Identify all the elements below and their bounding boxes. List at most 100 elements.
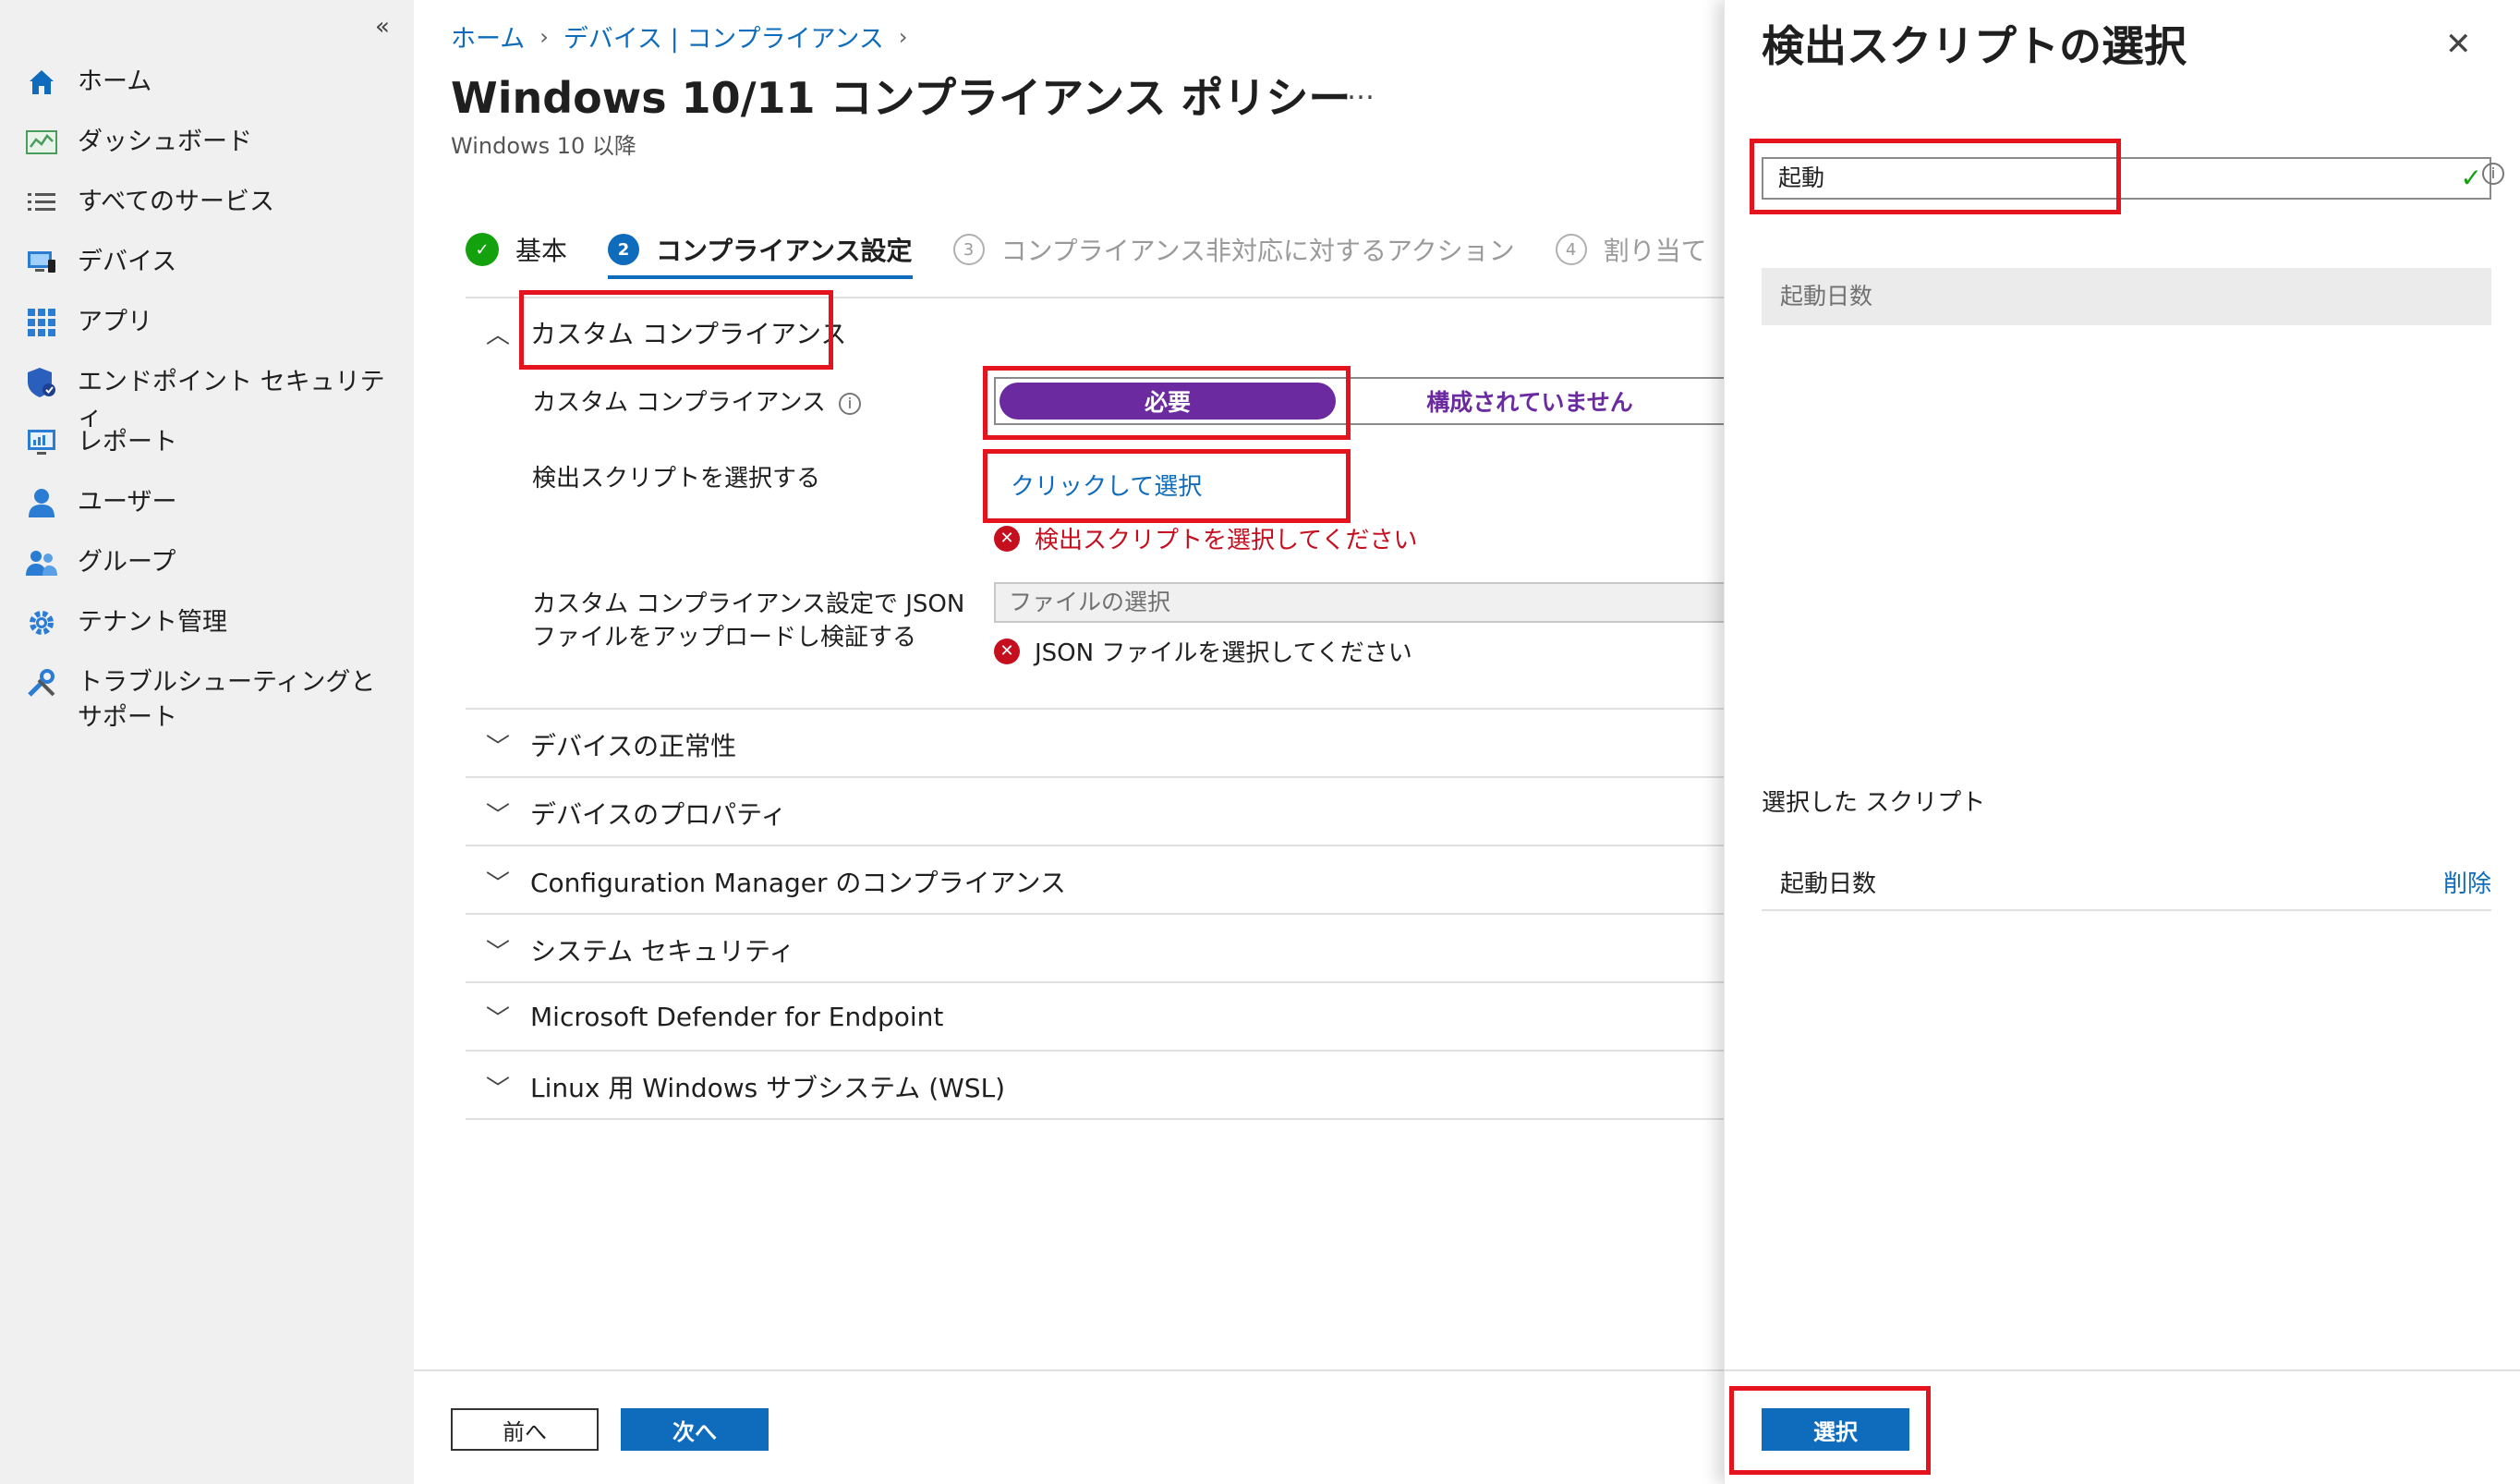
apps-grid-icon — [24, 305, 59, 340]
reports-icon — [24, 425, 59, 460]
section-title: システム セキュリティ — [530, 936, 795, 967]
page-subtitle: Windows 10 以降 — [451, 133, 636, 159]
sidebar-item-apps[interactable]: アプリ — [24, 305, 392, 365]
section-title: Linux 用 Windows サブシステム (WSL) — [530, 1073, 1006, 1103]
sidebar-item-groups[interactable]: グループ — [24, 545, 392, 605]
sidebar-item-dashboard[interactable]: ダッシュボード — [24, 125, 392, 185]
sidebar-item-all-services[interactable]: すべてのサービス — [24, 185, 392, 245]
sidebar-item-troubleshooting[interactable]: トラブルシューティングとサポート — [24, 665, 392, 748]
collapse-sidebar-icon[interactable]: « — [375, 13, 390, 41]
info-icon[interactable]: i — [2482, 163, 2504, 185]
section-title: Microsoft Defender for Endpoint — [530, 1002, 944, 1032]
sidebar-item-endpoint-security[interactable]: エンドポイント セキュリティ — [24, 365, 392, 432]
list-icon — [24, 185, 59, 220]
section-wsl[interactable]: ﹀ Linux 用 Windows サブシステム (WSL) — [484, 1068, 1005, 1105]
detection-script-label: 検出スクリプトを選択する — [532, 465, 821, 493]
sidebar-item-label: グループ — [78, 548, 176, 577]
sidebar-item-home[interactable]: ホーム — [24, 65, 392, 125]
group-icon — [24, 545, 59, 580]
toggle-option-not-configured[interactable]: 構成されていません — [1336, 384, 1724, 418]
divider — [466, 913, 1724, 915]
chevron-down-icon: ﹀ — [485, 870, 510, 898]
breadcrumb-devices-compliance[interactable]: デバイス | コンプライアンス — [563, 18, 884, 55]
panel-footer-divider — [1725, 1369, 2520, 1371]
step-compliance-settings[interactable]: 2 コンプライアンス設定 — [608, 222, 913, 279]
json-upload-label: カスタム コンプライアンス設定で JSON ファイルをアップロードし検証する — [532, 590, 965, 651]
checkmark-icon: ✓ — [466, 233, 499, 266]
highlight-box — [1729, 1386, 1931, 1475]
chevron-right-icon: › — [898, 23, 908, 50]
breadcrumb-home[interactable]: ホーム — [451, 18, 525, 55]
divider — [466, 981, 1724, 983]
breadcrumb: ホーム › デバイス | コンプライアンス › — [451, 18, 907, 55]
sidebar-item-tenant-admin[interactable]: テナント管理 — [24, 605, 392, 665]
step-number: 4 — [1555, 234, 1587, 265]
error-icon: ✕ — [994, 525, 1020, 552]
sidebar: « ホーム ダッシュボード すべてのサービス デバイス アプリ エンドポイント … — [0, 0, 414, 1484]
more-options-icon[interactable]: … — [1347, 74, 1375, 106]
error-text: 検出スクリプトを選択してください — [1035, 527, 1418, 554]
step-noncompliance-actions[interactable]: 3 コンプライアンス非対応に対するアクション — [952, 222, 1515, 277]
section-title: デバイスのプロパティ — [530, 799, 787, 830]
dashboard-icon — [24, 125, 59, 160]
divider — [466, 845, 1724, 846]
section-system-security[interactable]: ﹀ システム セキュリティ — [484, 931, 794, 968]
sidebar-item-label: テナント管理 — [78, 608, 227, 637]
checkmark-icon: ✓ — [2460, 163, 2482, 193]
json-error: ✕ JSON ファイルを選択してください — [994, 634, 1412, 668]
chevron-down-icon: ﹀ — [485, 1075, 510, 1103]
step-label: コンプライアンス設定 — [656, 236, 913, 266]
section-title: Configuration Manager のコンプライアンス — [530, 868, 1066, 898]
wizard-steps: ✓ 基本 2 コンプライアンス設定 3 コンプライアンス非対応に対するアクション… — [466, 222, 1724, 279]
divider — [466, 1050, 1724, 1052]
delete-link[interactable]: 削除 — [2443, 865, 2491, 899]
highlight-box — [983, 366, 1351, 440]
chevron-right-icon: › — [539, 23, 549, 50]
selected-scripts-heading: 選択した スクリプト — [1762, 789, 1986, 817]
main-content: ホーム › デバイス | コンプライアンス › Windows 10/11 コン… — [414, 0, 1724, 1484]
divider — [466, 708, 1724, 710]
step-basics[interactable]: ✓ 基本 — [466, 222, 567, 277]
sidebar-item-label: ユーザー — [78, 488, 177, 517]
section-defender-endpoint[interactable]: ﹀ Microsoft Defender for Endpoint — [484, 1000, 943, 1034]
sidebar-item-devices[interactable]: デバイス — [24, 245, 392, 305]
sidebar-item-label: デバイス — [78, 248, 177, 276]
search-result-item[interactable]: 起動日数 — [1762, 268, 2491, 325]
sidebar-item-label: トラブルシューティングとサポート — [78, 668, 376, 732]
step-label: 割り当て — [1603, 236, 1707, 266]
highlight-box — [519, 290, 833, 370]
select-script-panel: 検出スクリプトの選択 ✕ 起動 ✓ i 起動日数 選択した スクリプト 起動日数… — [1724, 0, 2520, 1484]
close-icon[interactable]: ✕ — [2445, 26, 2472, 63]
error-text: JSON ファイルを選択してください — [1035, 639, 1412, 667]
section-device-health[interactable]: ﹀ デバイスの正常性 — [484, 726, 736, 763]
highlight-box — [1750, 139, 2121, 214]
highlight-box — [983, 449, 1351, 523]
chevron-down-icon: ﹀ — [485, 733, 510, 761]
section-title: デバイスの正常性 — [530, 731, 737, 761]
error-icon: ✕ — [994, 638, 1020, 664]
sidebar-nav: ホーム ダッシュボード すべてのサービス デバイス アプリ エンドポイント セキ… — [24, 65, 392, 748]
chevron-down-icon: ﹀ — [485, 938, 510, 967]
section-device-properties[interactable]: ﹀ デバイスのプロパティ — [484, 795, 787, 832]
step-number: 3 — [952, 234, 985, 265]
info-icon[interactable]: i — [838, 392, 861, 415]
script-error: ✕ 検出スクリプトを選択してください — [994, 521, 1417, 555]
sidebar-item-label: アプリ — [78, 308, 152, 336]
step-assignments[interactable]: 4 割り当て — [1555, 222, 1707, 277]
next-button[interactable]: 次へ — [621, 1408, 769, 1451]
custom-compliance-label: カスタム コンプライアンス i — [532, 386, 861, 420]
json-file-picker[interactable]: ファイルの選択 — [994, 582, 1724, 623]
previous-button[interactable]: 前へ — [451, 1408, 599, 1451]
divider — [466, 776, 1724, 778]
sidebar-item-label: ホーム — [78, 67, 152, 96]
sidebar-item-label: レポート — [78, 428, 177, 456]
shield-icon — [24, 365, 59, 400]
step-number: 2 — [608, 234, 640, 265]
sidebar-item-reports[interactable]: レポート — [24, 425, 392, 485]
section-configmgr-compliance[interactable]: ﹀ Configuration Manager のコンプライアンス — [484, 863, 1066, 900]
sidebar-item-label: すべてのサービス — [78, 188, 275, 216]
sidebar-item-users[interactable]: ユーザー — [24, 485, 392, 545]
field-label-text: カスタム コンプライアンス — [532, 389, 826, 417]
gear-icon — [24, 605, 59, 640]
footer-divider — [414, 1369, 1724, 1371]
